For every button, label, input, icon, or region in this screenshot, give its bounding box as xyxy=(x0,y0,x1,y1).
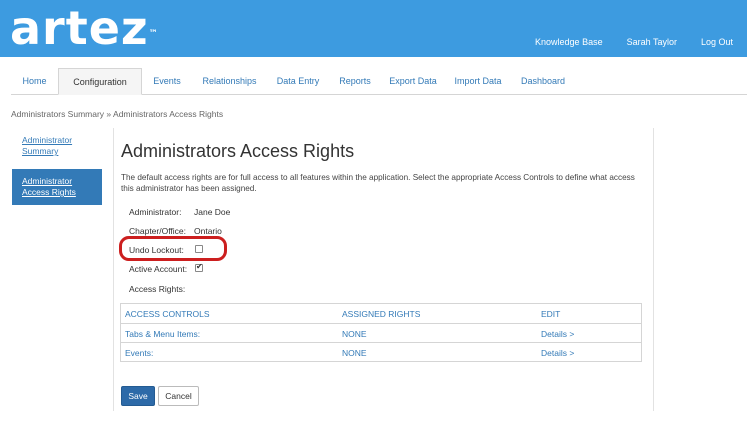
assigned-rights-value: NONE xyxy=(342,329,367,339)
undo-lockout-highlight-annotation xyxy=(119,236,227,261)
tab-reports[interactable]: Reports xyxy=(329,68,381,95)
column-header-assigned-rights: ASSIGNED RIGHTS xyxy=(342,309,421,319)
cancel-button[interactable]: Cancel xyxy=(158,386,199,406)
page-description: The default access rights are for full a… xyxy=(121,173,635,193)
tab-export-data[interactable]: Export Data xyxy=(381,68,445,95)
header-links: Knowledge Base Sarah Taylor Log Out xyxy=(511,37,733,47)
table-header-row: ACCESS CONTROLS ASSIGNED RIGHTS EDIT xyxy=(121,304,641,323)
chapter-office-value: Ontario xyxy=(194,226,222,236)
active-account-checkbox[interactable] xyxy=(195,262,203,272)
knowledge-base-link[interactable]: Knowledge Base xyxy=(535,37,603,47)
chapter-office-label: Chapter/Office: xyxy=(129,226,187,236)
artez-logo[interactable]: artez ™ xyxy=(10,1,158,55)
column-header-edit: EDIT xyxy=(541,309,561,319)
log-out-link[interactable]: Log Out xyxy=(701,37,733,47)
sidebar-item-administrator-summary[interactable]: Administrator Summary xyxy=(12,128,102,164)
logo-text: artez xyxy=(10,1,149,55)
page-title: Administrators Access Rights xyxy=(121,141,355,161)
column-header-access-controls: ACCESS CONTROLS xyxy=(125,309,210,319)
table-row: Events: NONE Details > xyxy=(121,342,641,361)
administrator-label: Administrator: xyxy=(129,207,182,217)
tab-events[interactable]: Events xyxy=(142,68,192,95)
main-tabs: Home Configuration Events Relationships … xyxy=(11,68,747,95)
tab-data-entry[interactable]: Data Entry xyxy=(267,68,329,95)
access-control-name: Tabs & Menu Items: xyxy=(125,329,201,339)
administrator-value: Jane Doe xyxy=(194,207,231,217)
details-link[interactable]: Details > xyxy=(541,329,574,339)
access-rights-label: Access Rights: xyxy=(129,284,186,294)
save-button[interactable]: Save xyxy=(121,386,155,406)
user-name-link[interactable]: Sarah Taylor xyxy=(627,37,677,47)
top-header: artez ™ Knowledge Base Sarah Taylor Log O… xyxy=(0,0,747,57)
details-link[interactable]: Details > xyxy=(541,348,574,358)
tab-dashboard[interactable]: Dashboard xyxy=(511,68,575,95)
access-controls-table: ACCESS CONTROLS ASSIGNED RIGHTS EDIT Tab… xyxy=(120,303,642,362)
assigned-rights-value: NONE xyxy=(342,348,367,358)
breadcrumb: Administrators Summary » Administrators … xyxy=(11,109,224,119)
tab-home[interactable]: Home xyxy=(11,68,58,95)
content-divider-left xyxy=(113,128,114,411)
sidebar-item-administrator-access-rights[interactable]: Administrator Access Rights xyxy=(12,169,102,205)
sidebar: Administrator Summary Administrator Acce… xyxy=(12,128,102,205)
tab-import-data[interactable]: Import Data xyxy=(445,68,511,95)
content-divider-right xyxy=(653,128,654,411)
active-account-label: Active Account: xyxy=(129,264,188,274)
table-row: Tabs & Menu Items: NONE Details > xyxy=(121,323,641,342)
tab-configuration[interactable]: Configuration xyxy=(58,68,142,95)
access-control-name: Events: xyxy=(125,348,154,358)
trademark-mark: ™ xyxy=(148,29,159,39)
tab-relationships[interactable]: Relationships xyxy=(192,68,267,95)
